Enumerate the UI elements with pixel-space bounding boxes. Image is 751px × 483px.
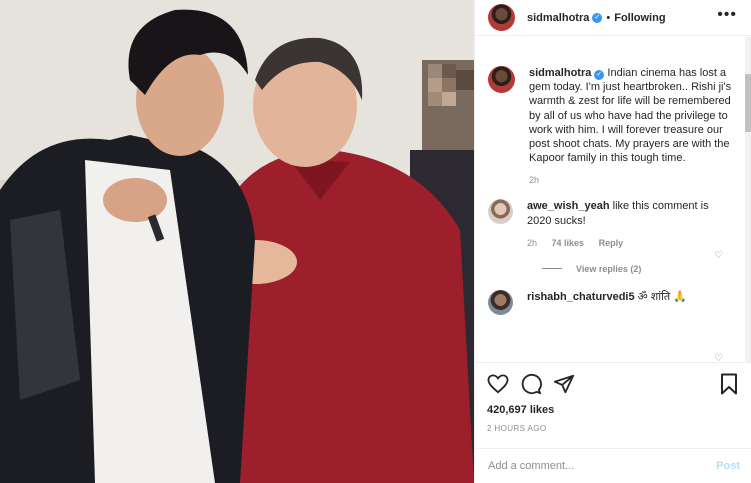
instagram-post-modal: sidmalhotra ✓ • Following ••• sidmalhotr…: [0, 0, 751, 483]
caption-row: sidmalhotra ✓ Indian cinema has lost a ge…: [488, 66, 735, 185]
author-info: sidmalhotra ✓ • Following: [527, 12, 666, 24]
comment-likes[interactable]: 74 likes: [552, 238, 585, 248]
save-bookmark-icon[interactable]: [718, 373, 740, 395]
comment-like-heart-icon[interactable]: ♡: [714, 353, 723, 362]
commenter-username[interactable]: rishabh_chaturvedi5: [527, 291, 635, 303]
like-heart-icon[interactable]: [487, 373, 509, 395]
caption-username[interactable]: sidmalhotra: [529, 67, 591, 79]
commenter-username[interactable]: awe_wish_yeah: [527, 200, 610, 212]
post-actions: 420,697 likes 2 HOURS AGO: [475, 362, 751, 433]
likes-count[interactable]: 420,697 likes: [487, 404, 740, 416]
add-comment-bar: Post: [475, 448, 751, 483]
view-replies-label: View replies (2): [576, 263, 642, 274]
comment-body: rishabh_chaturvedi5 ॐ शांति 🙏: [527, 290, 735, 304]
comment-bubble-icon[interactable]: [520, 373, 542, 395]
action-icons: [487, 372, 740, 396]
caption-text-block: sidmalhotra ✓ Indian cinema has lost a ge…: [529, 66, 735, 165]
commenter-avatar[interactable]: [488, 289, 513, 315]
comment-time[interactable]: 2h: [527, 238, 537, 248]
post-side-panel: sidmalhotra ✓ • Following ••• sidmalhotr…: [474, 0, 751, 483]
post-timestamp[interactable]: 2 HOURS AGO: [487, 424, 740, 433]
comments-list[interactable]: sidmalhotra ✓ Indian cinema has lost a ge…: [475, 37, 745, 362]
comment-meta: 2h 74 likes Reply: [527, 238, 735, 248]
caption-text: Indian cinema has lost a gem today. I'm …: [529, 67, 732, 165]
share-paper-plane-icon[interactable]: [553, 373, 575, 395]
more-options-icon[interactable]: •••: [717, 6, 737, 24]
comment-row: rishabh_chaturvedi5 ॐ शांति 🙏 ♡: [488, 289, 735, 362]
author-username[interactable]: sidmalhotra: [527, 12, 589, 24]
separator-dot: •: [606, 11, 611, 24]
verified-badge-icon: ✓: [592, 12, 603, 23]
post-comment-button[interactable]: Post: [716, 460, 740, 472]
post-header: sidmalhotra ✓ • Following •••: [475, 0, 751, 36]
caption-body: sidmalhotra ✓ Indian cinema has lost a ge…: [529, 66, 735, 185]
author-avatar[interactable]: [488, 4, 515, 31]
replies-divider-line: [542, 268, 562, 270]
commenter-avatar[interactable]: [488, 199, 513, 225]
comment-like-heart-icon[interactable]: ♡: [714, 250, 723, 261]
comment-body: awe_wish_yeah like this comment is 2020 …: [527, 199, 735, 247]
caption-avatar[interactable]: [488, 66, 515, 93]
verified-badge-icon: ✓: [594, 70, 605, 80]
comment-row: awe_wish_yeah like this comment is 2020 …: [488, 199, 735, 261]
comment-text: ॐ शांति 🙏: [637, 290, 687, 303]
caption-meta: 2h: [529, 175, 735, 185]
comment-text-block: awe_wish_yeah like this comment is 2020 …: [527, 199, 735, 227]
post-photo[interactable]: [0, 0, 474, 483]
caption-time[interactable]: 2h: [529, 175, 539, 185]
add-comment-input[interactable]: [488, 460, 717, 472]
reply-button[interactable]: Reply: [599, 238, 624, 248]
comments-scrollbar-thumb[interactable]: [745, 74, 751, 132]
post-photo-illustration: [0, 0, 474, 483]
view-replies-button[interactable]: View replies (2): [542, 264, 735, 274]
following-button[interactable]: Following: [614, 12, 665, 24]
comment-text-block: rishabh_chaturvedi5 ॐ शांति 🙏: [527, 290, 735, 304]
